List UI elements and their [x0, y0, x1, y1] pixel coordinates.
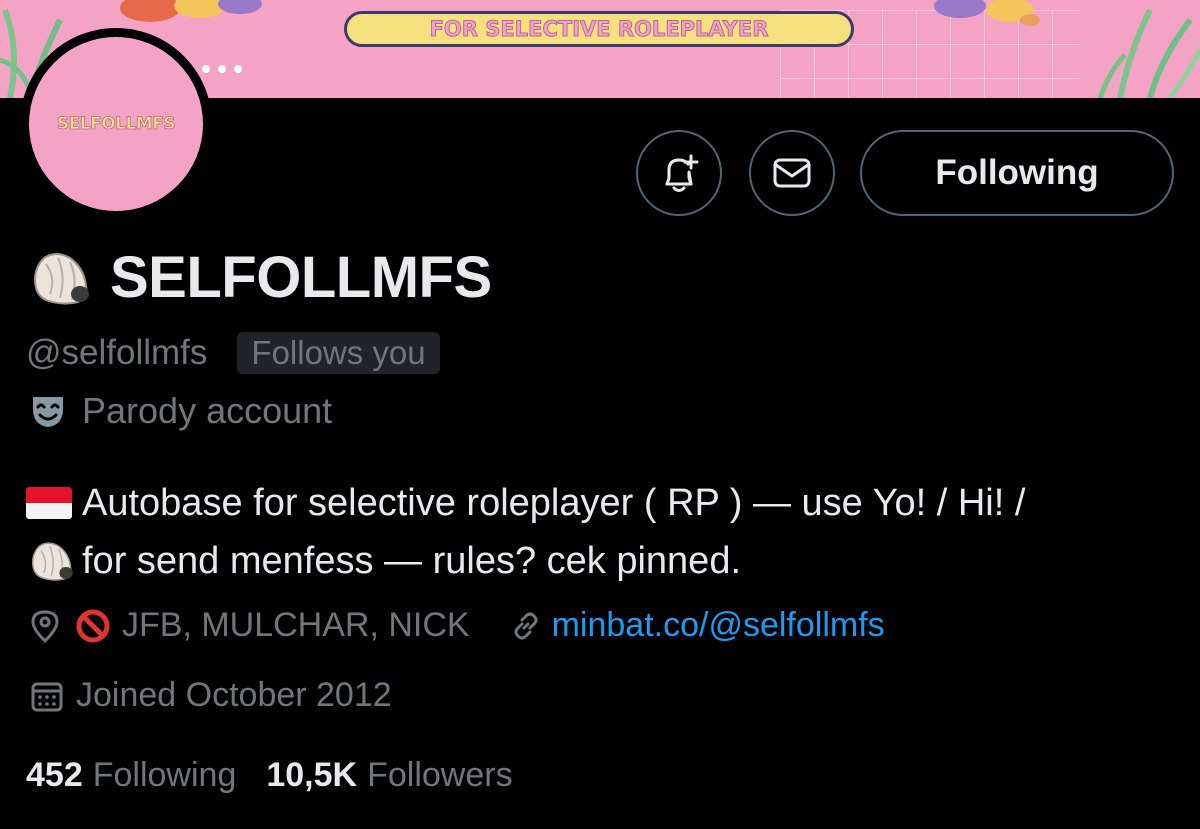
- banner-seaweed-right: [934, 0, 1200, 98]
- following-count[interactable]: 452: [26, 756, 83, 795]
- display-name-row: SELFOLLMFS: [26, 244, 492, 311]
- bio-line-1: Autobase for selective roleplayer ( RP )…: [26, 474, 1025, 532]
- following-label[interactable]: Following: [93, 756, 237, 795]
- envelope-icon: [773, 158, 811, 188]
- followers-label[interactable]: Followers: [367, 756, 512, 795]
- bio-text-2: for send menfess — rules? cek pinned.: [82, 540, 742, 582]
- banner-tagline-text: FOR SELECTIVE ROLEPLAYER: [429, 17, 769, 42]
- message-button[interactable]: [749, 130, 835, 216]
- following-button[interactable]: Following: [860, 130, 1174, 216]
- bell-plus-icon: [665, 154, 699, 192]
- bio-text-1: Autobase for selective roleplayer ( RP )…: [82, 482, 1026, 524]
- link-icon: [514, 612, 538, 639]
- joined-text: Joined October 2012: [76, 676, 392, 714]
- website-link[interactable]: minbat.co/@selfollmfs: [552, 606, 885, 645]
- prohibited-icon: [76, 609, 110, 642]
- follows-you-badge: Follows you: [237, 332, 440, 374]
- shell-icon: [31, 542, 73, 581]
- calendar-icon: [31, 682, 63, 711]
- bio-line-2: for send menfess — rules? cek pinned.: [26, 532, 1025, 590]
- display-name: SELFOLLMFS: [110, 245, 492, 310]
- bio: Autobase for selective roleplayer ( RP )…: [26, 474, 1025, 590]
- shell-icon: [34, 252, 89, 305]
- indonesia-flag-icon: [26, 487, 72, 519]
- follow-stats: 452 Following 10,5K Followers: [26, 756, 543, 795]
- banner-tagline: FOR SELECTIVE ROLEPLAYER: [344, 11, 854, 47]
- location-text: JFB, MULCHAR, NICK: [122, 606, 470, 644]
- notifications-button[interactable]: [636, 130, 722, 216]
- avatar-text: SELFOLLMFS: [56, 114, 176, 135]
- theater-mask-icon: [33, 397, 63, 427]
- avatar[interactable]: SELFOLLMFS: [29, 37, 203, 211]
- meta-row: JFB, MULCHAR, NICK minbat.co/@selfollmfs: [30, 606, 885, 645]
- followers-count[interactable]: 10,5K: [266, 756, 357, 795]
- handle: @selfollmfs: [26, 333, 208, 372]
- parody-label: Parody account: [82, 390, 333, 431]
- location-pin-icon: [31, 609, 59, 643]
- handle-row: @selfollmfs Follows you: [26, 332, 440, 374]
- joined-row: Joined October 2012: [30, 676, 392, 715]
- banner-dots: [202, 60, 250, 78]
- parody-label-row: Parody account: [30, 390, 332, 432]
